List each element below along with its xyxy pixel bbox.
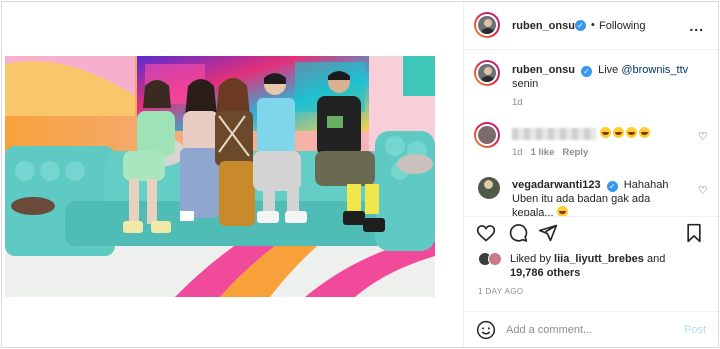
likes-others[interactable]: 19,786 others	[510, 267, 580, 279]
emoji-icon[interactable]	[476, 320, 496, 340]
verified-icon: ✓	[575, 20, 586, 31]
heart-icon[interactable]	[476, 223, 496, 243]
commenter-username-hidden	[512, 128, 596, 140]
likes-count[interactable]: 19,786 others	[510, 267, 580, 279]
verified-icon: ✓	[581, 66, 593, 77]
likes-section: Liked by liia_liyutt_brebes and 19,786 o…	[464, 249, 718, 285]
caption-age: 1d	[512, 97, 523, 108]
instagram-post-window: ruben_onsu ✓ • Following ... ruben_onsu …	[1, 1, 719, 348]
author-avatar[interactable]	[474, 12, 500, 38]
comment-icon[interactable]	[508, 223, 528, 243]
author-username[interactable]: ruben_onsu	[512, 20, 575, 32]
share-icon[interactable]	[538, 223, 558, 243]
post-sidebar: ruben_onsu ✓ • Following ... ruben_onsu …	[464, 2, 718, 347]
laughing-emoji-icon	[639, 127, 650, 138]
comment-like-icon[interactable]: ♡	[698, 130, 708, 143]
liked-by-text: Liked by liia_liyutt_brebes and	[510, 253, 665, 265]
comment-likes[interactable]: 1 like	[531, 147, 555, 158]
laughing-emoji-icon	[556, 206, 568, 216]
comment-age: 1d	[512, 147, 523, 158]
post-timestamp[interactable]: 1 DAY AGO	[478, 287, 524, 296]
caption-mention-link[interactable]: @brownis_ttv	[621, 64, 688, 76]
liked-by-and: and	[643, 253, 666, 265]
comment: vegadarwanti123 ✓ Hahahah Uben itu ada b…	[512, 178, 692, 216]
header-separator: •	[591, 19, 595, 31]
comment-meta: 1d 1 like Reply	[512, 147, 588, 158]
more-icon[interactable]: ...	[689, 18, 704, 34]
caption-text-prefix: Live	[598, 64, 622, 76]
comment-username[interactable]: vegadarwanti123	[512, 179, 601, 191]
bookmark-icon[interactable]	[684, 223, 704, 243]
laughing-emoji-icon	[600, 127, 611, 138]
post-comment-button[interactable]: Post	[684, 324, 706, 336]
comments-list: ruben_onsu ✓ Live @brownis_ttv senin 1d …	[464, 50, 718, 216]
caption: ruben_onsu ✓ Live @brownis_ttv senin	[512, 63, 712, 91]
post-photo[interactable]	[5, 56, 435, 297]
liked-by-prefix: Liked by	[510, 253, 555, 265]
liker-avatar	[488, 252, 502, 266]
post-media-area	[2, 2, 464, 347]
caption-avatar[interactable]	[474, 60, 500, 86]
caption-username[interactable]: ruben_onsu	[512, 64, 575, 76]
action-bar	[464, 216, 718, 246]
commenter-avatar[interactable]	[478, 177, 500, 199]
liker-avatars[interactable]	[478, 252, 506, 266]
commenter-avatar[interactable]	[474, 122, 500, 148]
comment-input[interactable]	[506, 322, 676, 338]
laughing-emoji-icon	[613, 127, 624, 138]
comment-reply-button[interactable]: Reply	[562, 147, 588, 158]
liked-by-user[interactable]: liia_liyutt_brebes	[554, 253, 644, 265]
laughing-emoji-icon	[626, 127, 637, 138]
following-button[interactable]: Following	[599, 20, 645, 32]
comment-emojis	[600, 127, 652, 140]
verified-icon: ✓	[606, 181, 618, 192]
add-comment-bar: Post	[464, 311, 718, 347]
comment-like-icon[interactable]: ♡	[698, 184, 708, 197]
caption-second-line: senin	[512, 78, 539, 90]
post-header: ruben_onsu ✓ • Following ...	[464, 2, 718, 50]
studio-photo	[5, 56, 435, 297]
